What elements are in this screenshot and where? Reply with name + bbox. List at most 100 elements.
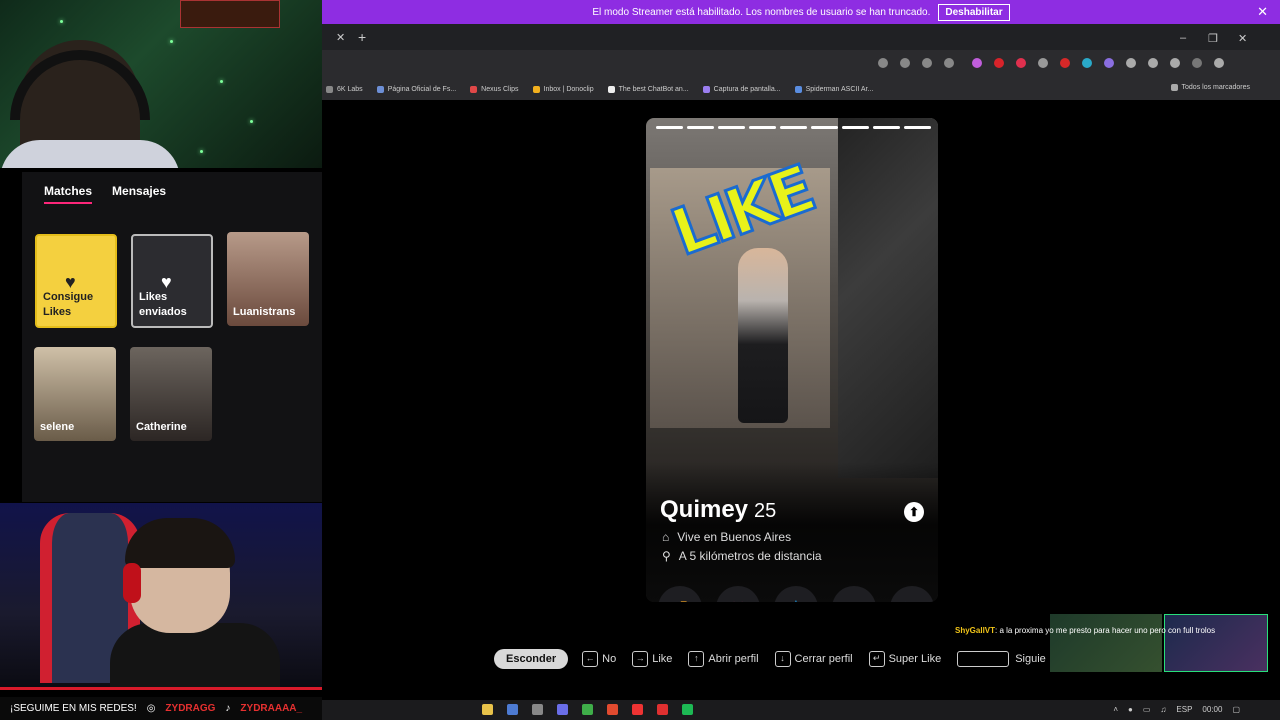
rewind-icon: ↺ (672, 598, 687, 603)
match-card[interactable]: Luanistrans (227, 232, 309, 326)
new-tab-icon[interactable]: + (358, 29, 366, 45)
info-icon[interactable] (1126, 58, 1136, 68)
bookmark-item[interactable]: Captura de pantalla... (702, 85, 781, 93)
clock[interactable]: 00:00 (1202, 705, 1222, 714)
extension-icon[interactable] (994, 58, 1004, 68)
media-icon[interactable] (1170, 58, 1180, 68)
maximize-icon[interactable]: ❐ (1208, 32, 1218, 45)
mic-icon[interactable]: ● (1128, 705, 1133, 714)
discord-icon[interactable] (557, 704, 568, 715)
photo-indicator[interactable] (718, 126, 745, 129)
rewind-button[interactable]: ↺ (658, 586, 702, 602)
language-indicator[interactable]: ESP (1176, 705, 1192, 714)
nope-button[interactable]: ✕ (716, 586, 760, 602)
network-icon[interactable]: ▭ (1143, 705, 1151, 714)
bookmark-item[interactable]: The best ChatBot an... (607, 85, 689, 93)
hide-shortcuts-button[interactable]: Esconder (494, 649, 569, 669)
instagram-handle: ZYDRAGG (165, 703, 216, 714)
minimize-icon[interactable]: – (1180, 32, 1186, 44)
right-arrow-key-icon: → (632, 651, 649, 667)
photo-indicator[interactable] (873, 126, 900, 129)
volume-icon[interactable]: ♫ (1160, 705, 1166, 714)
profile-photo-person (738, 248, 788, 423)
recording-app-icon[interactable] (657, 704, 668, 715)
boost-button[interactable]: ➤ (890, 586, 934, 602)
extension-icon[interactable] (1016, 58, 1026, 68)
bookmark-item[interactable]: 6K Labs (326, 85, 363, 93)
chrome-icon[interactable] (582, 704, 593, 715)
shortcut-like: → Like (632, 651, 672, 667)
bookmark-star-icon[interactable] (944, 58, 954, 68)
photo-indicator[interactable] (749, 126, 776, 129)
bookmark-favicon-icon (376, 85, 384, 93)
extension-icon[interactable] (1038, 58, 1048, 68)
extension-icon[interactable] (1082, 58, 1092, 68)
streamer-shirt (0, 140, 180, 168)
light-sparkle (220, 80, 223, 83)
menu-kebab-icon[interactable] (1214, 58, 1224, 68)
location-icon[interactable] (878, 58, 888, 68)
bookmark-item[interactable]: Página Oficial de Fs... (376, 85, 456, 93)
social-banner: ¡SEGUIME EN MIS REDES! ◎ ZYDRAGG ♪ ZYDRA… (0, 697, 322, 720)
heart-icon: ♥ (849, 598, 860, 603)
match-name: selene (40, 421, 75, 434)
bookmark-favicon-icon (326, 85, 333, 93)
overlay-divider (0, 687, 322, 690)
puzzle-extensions-icon[interactable] (1148, 58, 1158, 68)
extension-icon[interactable] (972, 58, 982, 68)
down-arrow-key-icon: ↓ (774, 651, 791, 667)
bookmark-item[interactable]: Nexus Clips (470, 85, 519, 93)
guest-webcam (1164, 614, 1268, 672)
folder-icon (1170, 84, 1178, 91)
taskbar-apps (482, 704, 693, 715)
match-name: Catherine (136, 421, 187, 434)
like-button[interactable]: ♥ (832, 586, 876, 602)
spotify-icon[interactable] (682, 704, 693, 715)
open-profile-icon[interactable]: ⬆ (904, 502, 924, 522)
clock-app-icon[interactable] (532, 704, 543, 715)
likes-sent-label: Likes enviados (139, 291, 187, 319)
media-app-icon[interactable] (632, 704, 643, 715)
profile-avatar-icon[interactable] (1192, 58, 1202, 68)
profile-name: Quimey (660, 496, 749, 523)
shortcut-close: ↓ Cerrar perfil (774, 651, 853, 667)
tab-messages[interactable]: Mensajes (112, 184, 166, 204)
all-bookmarks-folder[interactable]: Todos los marcadores (1170, 84, 1250, 91)
photo-indicator[interactable] (780, 126, 807, 129)
likes-sent-card[interactable]: ♥ Likes enviados (131, 234, 213, 328)
tab-close-icon[interactable]: ✕ (336, 31, 345, 44)
photo-indicator[interactable] (656, 126, 683, 129)
close-icon[interactable]: ✕ (1257, 4, 1268, 20)
get-likes-card[interactable]: ♥ Consigue Likes (35, 234, 117, 328)
photo-indicator[interactable] (904, 126, 931, 129)
profile-card[interactable]: LIKE Quimey 25 ⬆ ⌂ Vive en Buenos Aires … (646, 118, 938, 602)
match-card[interactable]: Catherine (130, 347, 212, 441)
extension-icon[interactable] (1104, 58, 1114, 68)
steam-icon[interactable] (507, 704, 518, 715)
folder-icon[interactable] (482, 704, 493, 715)
notifications-icon[interactable]: ▢ (1232, 705, 1240, 714)
photo-indicator[interactable] (687, 126, 714, 129)
extension-icon[interactable] (1060, 58, 1070, 68)
photo-indicator[interactable] (842, 126, 869, 129)
zoom-icon[interactable] (922, 58, 932, 68)
headphones (123, 563, 141, 603)
profile-name-row: Quimey 25 (660, 496, 776, 524)
bookmark-item[interactable]: Inbox | Donoclip (532, 85, 594, 93)
disable-streamer-button[interactable]: Deshabilitar (938, 3, 1010, 21)
tab-matches[interactable]: Matches (44, 184, 93, 204)
superlike-button[interactable]: ★ (774, 586, 818, 602)
light-sparkle (200, 150, 203, 153)
streamer-hair (125, 518, 235, 568)
webcam-top (0, 0, 322, 168)
match-card[interactable]: selene (34, 347, 116, 441)
toolbar-icons (878, 58, 954, 68)
game-hud-overlay (180, 0, 280, 28)
window-close-icon[interactable]: ✕ (1238, 32, 1247, 45)
light-sparkle (250, 120, 253, 123)
tray-chevron-icon[interactable]: ˄ (1113, 705, 1118, 714)
cast-icon[interactable] (900, 58, 910, 68)
bookmark-item[interactable]: Spiderman ASCII Ar... (794, 85, 873, 93)
photo-indicator[interactable] (811, 126, 838, 129)
brave-icon[interactable] (607, 704, 618, 715)
